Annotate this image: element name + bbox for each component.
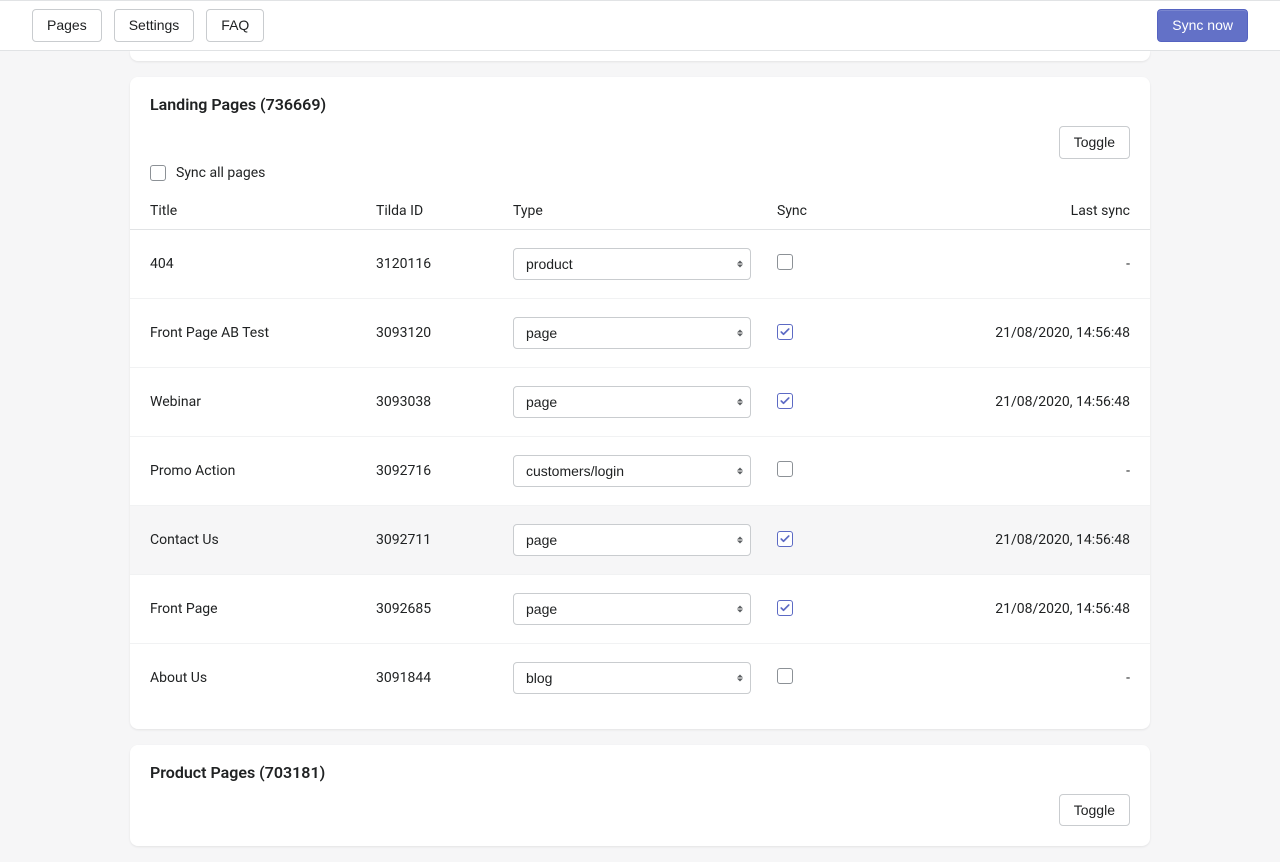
type-select[interactable]: productpagecustomers/loginblog	[513, 524, 751, 556]
cell-tilda-id: 3091844	[364, 643, 501, 712]
main-content: Landing Pages (736669) Toggle Sync all pag…	[130, 51, 1150, 847]
sync-checkbox[interactable]	[777, 254, 793, 270]
sync-checkbox[interactable]	[777, 531, 793, 547]
section-card: Landing Pages (736669) Toggle Sync all pag…	[130, 77, 1150, 729]
type-select[interactable]: productpagecustomers/loginblog	[513, 317, 751, 349]
type-select[interactable]: productpagecustomers/loginblog	[513, 662, 751, 694]
section-heading: Product Pages (703181)	[130, 745, 1150, 786]
cell-title: 404	[130, 229, 364, 298]
cell-tilda-id: 3120116	[364, 229, 501, 298]
cell-sync	[765, 574, 830, 643]
cell-last-sync: -	[830, 229, 1150, 298]
sync-all-row: Sync all pages	[130, 159, 1150, 193]
type-select[interactable]: productpagecustomers/loginblog	[513, 455, 751, 487]
sync-checkbox[interactable]	[777, 324, 793, 340]
cell-sync	[765, 505, 830, 574]
cell-last-sync: -	[830, 643, 1150, 712]
column-header-sync: Sync	[765, 193, 830, 230]
cell-last-sync: 21/08/2020, 14:56:48	[830, 367, 1150, 436]
nav-settings-button[interactable]: Settings	[114, 9, 195, 42]
cell-last-sync: 21/08/2020, 14:56:48	[830, 574, 1150, 643]
table-row: 4043120116 productpagecustomers/loginblog…	[130, 229, 1150, 298]
nav-pages-button[interactable]: Pages	[32, 9, 102, 42]
cell-tilda-id: 3092716	[364, 436, 501, 505]
cell-last-sync: 21/08/2020, 14:56:48	[830, 505, 1150, 574]
cell-sync	[765, 367, 830, 436]
previous-card-tail	[130, 51, 1150, 61]
cell-type: productpagecustomers/loginblog	[501, 436, 765, 505]
cell-tilda-id: 3093038	[364, 367, 501, 436]
cell-title: Webinar	[130, 367, 364, 436]
sync-checkbox[interactable]	[777, 461, 793, 477]
table-row: Webinar3093038 productpagecustomers/login…	[130, 367, 1150, 436]
table-row: Promo Action3092716 productpagecustomers/…	[130, 436, 1150, 505]
cell-title: Front Page	[130, 574, 364, 643]
cell-title: Front Page AB Test	[130, 298, 364, 367]
cell-tilda-id: 3093120	[364, 298, 501, 367]
cell-last-sync: 21/08/2020, 14:56:48	[830, 298, 1150, 367]
cell-type: productpagecustomers/loginblog	[501, 574, 765, 643]
section-card: Product Pages (703181) Toggle	[130, 745, 1150, 847]
cell-last-sync: -	[830, 436, 1150, 505]
column-header-last_sync: Last sync	[830, 193, 1150, 230]
sync-all-checkbox[interactable]	[150, 165, 166, 181]
sync-checkbox[interactable]	[777, 600, 793, 616]
cell-title: Contact Us	[130, 505, 364, 574]
section-toolbar: Toggle	[130, 118, 1150, 159]
column-header-title: Title	[130, 193, 364, 230]
cell-sync	[765, 229, 830, 298]
cell-type: productpagecustomers/loginblog	[501, 367, 765, 436]
cell-type: productpagecustomers/loginblog	[501, 505, 765, 574]
cell-tilda-id: 3092711	[364, 505, 501, 574]
cell-sync	[765, 298, 830, 367]
nav-faq-button[interactable]: FAQ	[206, 9, 264, 42]
cell-title: About Us	[130, 643, 364, 712]
sync-all-label: Sync all pages	[176, 165, 265, 181]
cell-type: productpagecustomers/loginblog	[501, 643, 765, 712]
cell-type: productpagecustomers/loginblog	[501, 229, 765, 298]
pages-table: TitleTilda IDTypeSyncLast sync4043120116…	[130, 193, 1150, 712]
cell-sync	[765, 643, 830, 712]
type-select[interactable]: productpagecustomers/loginblog	[513, 248, 751, 280]
section-heading: Landing Pages (736669)	[130, 77, 1150, 118]
table-row: Front Page AB Test3093120 productpagecust…	[130, 298, 1150, 367]
cell-tilda-id: 3092685	[364, 574, 501, 643]
table-row: About Us3091844 productpagecustomers/logi…	[130, 643, 1150, 712]
column-header-tilda_id: Tilda ID	[364, 193, 501, 230]
toggle-button[interactable]: Toggle	[1059, 126, 1130, 159]
section-toolbar: Toggle	[130, 786, 1150, 827]
table-row: Front Page3092685 productpagecustomers/lo…	[130, 574, 1150, 643]
sync-checkbox[interactable]	[777, 393, 793, 409]
top-bar: Pages Settings FAQ Sync now	[0, 0, 1280, 51]
cell-type: productpagecustomers/loginblog	[501, 298, 765, 367]
sync-checkbox[interactable]	[777, 668, 793, 684]
toggle-button[interactable]: Toggle	[1059, 794, 1130, 827]
type-select[interactable]: productpagecustomers/loginblog	[513, 386, 751, 418]
table-row: Contact Us3092711 productpagecustomers/lo…	[130, 505, 1150, 574]
cell-sync	[765, 436, 830, 505]
column-header-type: Type	[501, 193, 765, 230]
cell-title: Promo Action	[130, 436, 364, 505]
type-select[interactable]: productpagecustomers/loginblog	[513, 593, 751, 625]
sync-now-button[interactable]: Sync now	[1157, 9, 1248, 42]
nav-tabs: Pages Settings FAQ	[32, 9, 264, 42]
